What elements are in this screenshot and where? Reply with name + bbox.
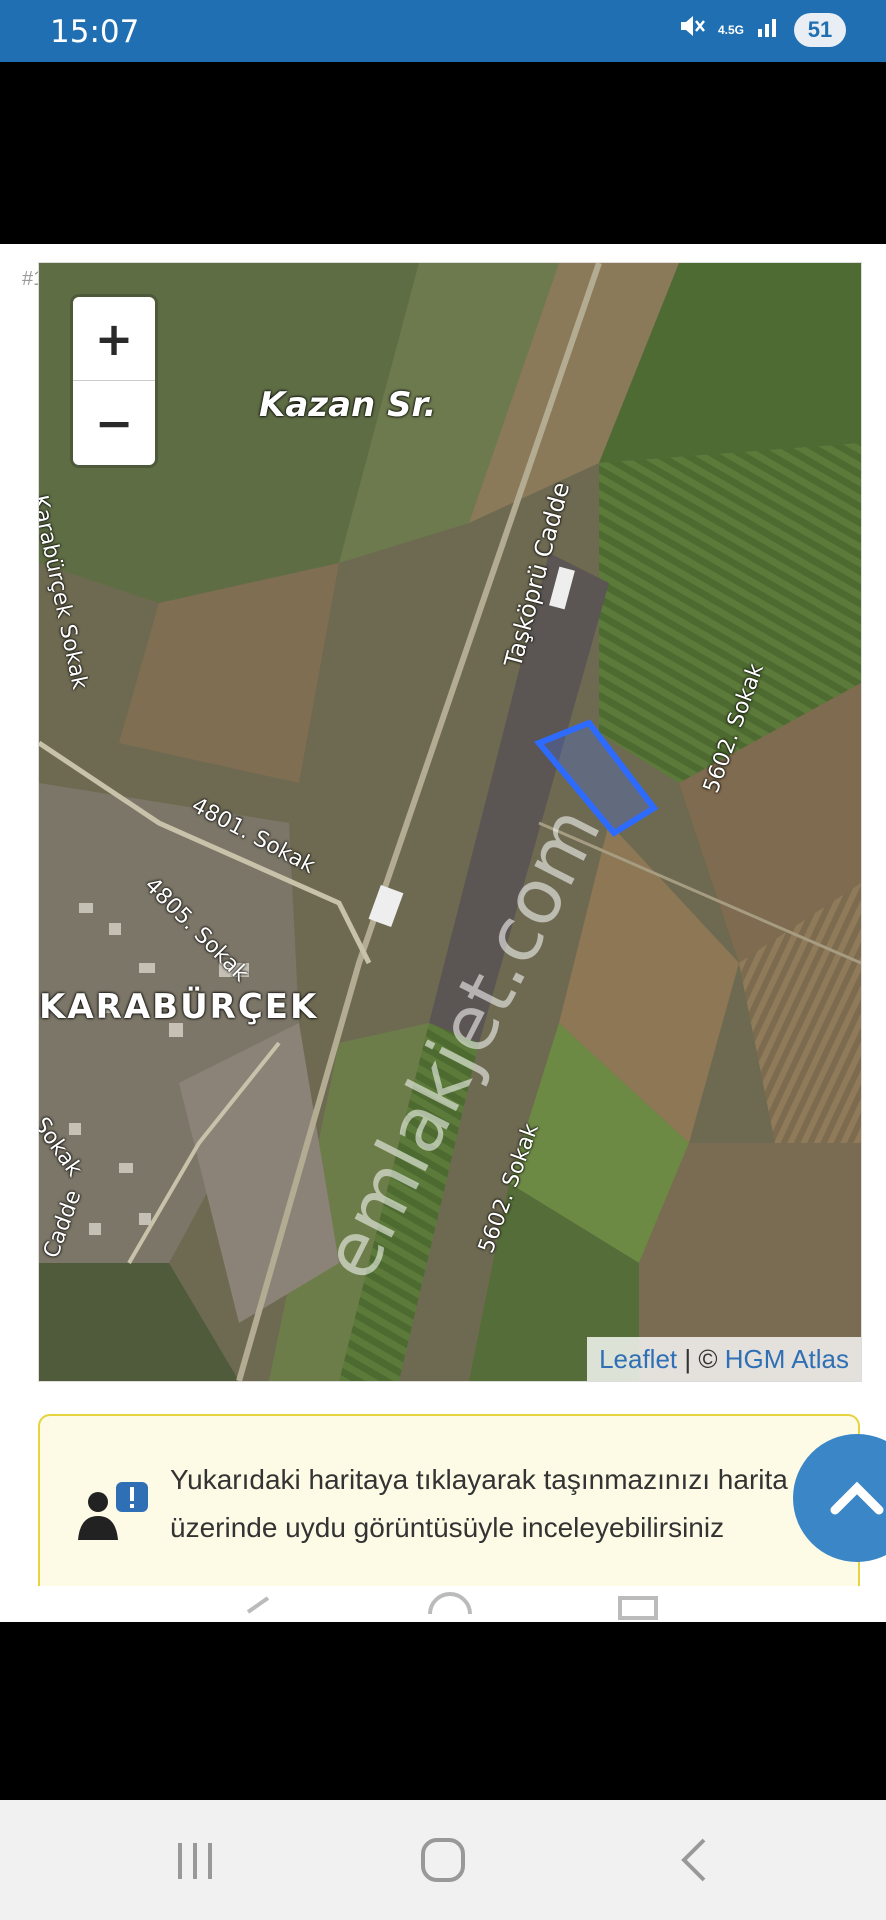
info-box: Yukarıdaki haritaya tıklayarak taşınmazı… bbox=[38, 1414, 860, 1586]
leaflet-link[interactable]: Leaflet bbox=[599, 1344, 677, 1375]
network-type: 4.5G bbox=[717, 22, 744, 37]
map-imagery bbox=[39, 263, 861, 1381]
status-bar: 15:07 4.5G 51 bbox=[0, 0, 886, 62]
map-label-kazan: Kazan Sr. bbox=[259, 385, 437, 425]
top-black-band bbox=[0, 62, 886, 244]
status-icons: 4.5G 51 bbox=[678, 12, 846, 47]
battery-icon: 51 bbox=[794, 12, 846, 47]
hgm-atlas-link[interactable]: HGM Atlas bbox=[725, 1344, 849, 1375]
status-time: 15:07 bbox=[50, 14, 140, 50]
map-label-karaburcek: KARABÜRÇEK bbox=[39, 987, 319, 1027]
bottom-black-band bbox=[0, 1622, 886, 1800]
zoom-out-button[interactable]: − bbox=[73, 381, 155, 464]
ghost-nav-icons bbox=[246, 1592, 658, 1620]
map-attribution: Leaflet | © HGM Atlas bbox=[587, 1337, 861, 1381]
zoom-in-button[interactable]: + bbox=[73, 297, 155, 381]
zoom-control: + − bbox=[73, 297, 155, 465]
attribution-separator: | © bbox=[677, 1343, 725, 1374]
satellite-map[interactable]: + − Kazan Sr. Taşköprü Cadde Karabürçek … bbox=[38, 262, 862, 1382]
user-info-icon bbox=[70, 1476, 150, 1551]
mute-icon bbox=[678, 12, 706, 47]
signal-icon bbox=[756, 13, 782, 46]
chevron-up-icon bbox=[830, 1481, 884, 1515]
listing-map-panel: #1245588447 bbox=[0, 244, 886, 1622]
back-icon[interactable] bbox=[670, 1835, 720, 1885]
info-text: Yukarıdaki haritaya tıklayarak taşınmazı… bbox=[170, 1464, 788, 1543]
system-navbar bbox=[0, 1800, 886, 1920]
recent-apps-icon[interactable] bbox=[170, 1835, 220, 1885]
home-icon[interactable] bbox=[418, 1835, 468, 1885]
